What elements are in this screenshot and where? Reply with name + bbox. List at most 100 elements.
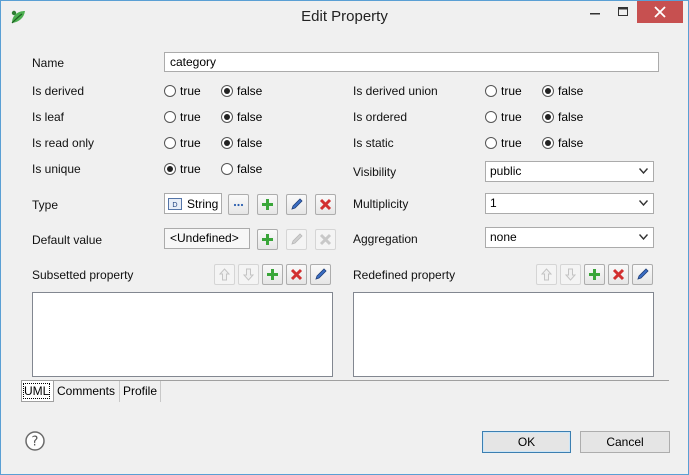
radio-label: true [180,136,201,150]
is-derived-false-radio[interactable]: false [221,83,262,99]
is-leaf-label: Is leaf [32,110,65,124]
subsetted-add-button[interactable] [262,264,283,285]
is-ordered-true-radio[interactable]: true [485,109,522,125]
plus-icon [262,199,273,210]
arrow-up-icon [540,268,553,281]
radio-dot [485,85,497,97]
subsetted-move-down-button[interactable] [238,264,259,285]
chevron-down-icon [639,200,648,206]
chevron-down-icon [639,234,648,240]
close-button[interactable] [637,1,683,23]
radio-dot-selected [221,111,233,123]
arrow-down-icon [564,268,577,281]
delete-x-icon [319,198,332,211]
visibility-value: public [490,164,522,178]
redefined-move-up-button[interactable] [536,264,557,285]
is-leaf-true-radio[interactable]: true [164,109,201,125]
radio-dot [485,111,497,123]
redefined-property-list[interactable] [353,292,654,377]
arrow-down-icon [242,268,255,281]
browse-type-button[interactable] [228,194,249,215]
cancel-button[interactable]: Cancel [580,431,670,453]
clear-default-value-button[interactable] [315,229,336,250]
radio-dot [164,111,176,123]
is-ordered-false-radio[interactable]: false [542,109,583,125]
is-derived-union-true-radio[interactable]: true [485,83,522,99]
is-static-true-radio[interactable]: true [485,135,522,151]
redefined-move-down-button[interactable] [560,264,581,285]
aggregation-select[interactable]: none [485,227,654,248]
radio-dot-selected [542,111,554,123]
radio-dot [164,85,176,97]
help-icon[interactable]: ? [25,431,45,451]
is-unique-false-radio[interactable]: false [221,161,262,177]
title-bar[interactable]: Edit Property [1,1,688,32]
radio-dot-selected [164,163,176,175]
add-default-value-button[interactable] [257,229,278,250]
radio-label: true [180,110,201,124]
is-ordered-label: Is ordered [353,110,408,124]
svg-text:D: D [172,201,177,209]
subsetted-property-label: Subsetted property [32,268,134,282]
maximize-button[interactable] [609,1,637,23]
is-unique-label: Is unique [32,162,81,176]
radio-label: true [501,110,522,124]
datatype-icon: D [168,197,182,210]
type-field[interactable]: D String [164,193,222,214]
subsetted-delete-button[interactable] [286,264,307,285]
tab-label: UML [22,383,51,399]
radio-label: false [237,84,263,98]
visibility-label: Visibility [353,165,397,179]
edit-type-button[interactable] [286,194,307,215]
ok-button[interactable]: OK [482,431,571,453]
default-value-label: Default value [32,233,103,247]
svg-text:?: ? [32,435,39,450]
is-derived-true-radio[interactable]: true [164,83,201,99]
default-value-field[interactable]: <Undefined> [164,228,250,249]
radio-dot [485,137,497,149]
is-leaf-false-radio[interactable]: false [221,109,262,125]
radio-dot-selected [221,85,233,97]
tab-label: Profile [123,384,158,398]
aggregation-label: Aggregation [353,232,418,246]
subsetted-edit-button[interactable] [310,264,331,285]
is-read-only-true-radio[interactable]: true [164,135,201,151]
multiplicity-label: Multiplicity [353,197,409,211]
redefined-delete-button[interactable] [608,264,629,285]
tab-uml[interactable]: UML [21,381,54,402]
multiplicity-select[interactable]: 1 [485,193,654,214]
delete-x-icon [319,233,332,246]
radio-label: false [558,84,584,98]
is-derived-union-false-radio[interactable]: false [542,83,583,99]
is-read-only-label: Is read only [32,136,95,150]
tab-comments[interactable]: Comments [55,381,120,402]
add-type-button[interactable] [257,194,278,215]
radio-dot-selected [221,137,233,149]
tab-label: Comments [57,384,116,398]
arrow-up-icon [218,268,231,281]
subsetted-move-up-button[interactable] [214,264,235,285]
is-static-false-radio[interactable]: false [542,135,583,151]
clear-type-button[interactable] [315,194,336,215]
visibility-select[interactable]: public [485,161,654,182]
is-read-only-false-radio[interactable]: false [221,135,262,151]
type-value: String [187,196,219,211]
is-unique-true-radio[interactable]: true [164,161,201,177]
plus-icon [267,269,278,280]
redefined-edit-button[interactable] [632,264,653,285]
name-input[interactable]: category [164,52,659,72]
minimize-button[interactable] [581,1,609,23]
subsetted-property-list[interactable] [32,292,333,377]
type-label: Type [32,198,59,212]
delete-x-icon [612,268,625,281]
radio-label: false [237,162,263,176]
tab-profile[interactable]: Profile [121,381,161,402]
pencil-icon [291,233,303,245]
ellipsis-icon [233,203,244,207]
edit-default-value-button[interactable] [286,229,307,250]
redefined-property-label: Redefined property [353,268,456,282]
redefined-add-button[interactable] [584,264,605,285]
radio-label: true [180,84,201,98]
maximize-icon [618,7,628,16]
delete-x-icon [290,268,303,281]
